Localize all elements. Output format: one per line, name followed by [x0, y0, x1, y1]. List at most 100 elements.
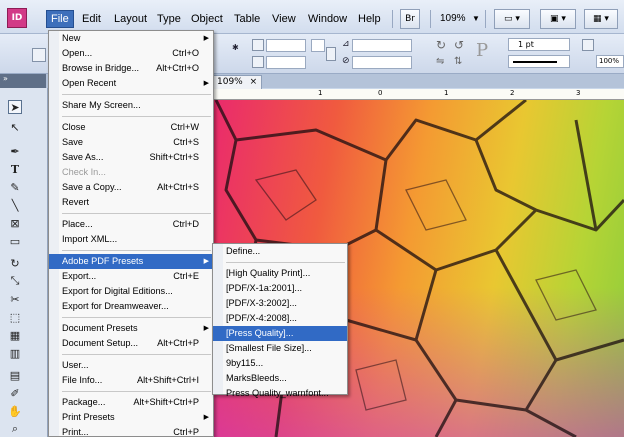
- toolbox: ➤ ↖ ✒ T ✎ ╲ ⊠ ▭ ↻ ⤡ ✂ ⬚ ▦ ▥ ▤ ✐ ✋ ⌕: [0, 88, 48, 437]
- menu-item-label: Document Setup...: [62, 338, 139, 348]
- menu-item-print[interactable]: Print... Ctrl+P: [49, 425, 213, 437]
- preset-item-press-quality[interactable]: [Press Quality]...: [213, 326, 347, 341]
- shear-field[interactable]: [352, 56, 412, 69]
- scale-y-field[interactable]: [266, 56, 306, 69]
- gradient-feather-tool-icon[interactable]: ▥: [8, 346, 22, 360]
- reference-point-icon[interactable]: [32, 48, 46, 62]
- gradient-swatch-tool-icon[interactable]: ▦: [8, 328, 22, 342]
- menu-edit[interactable]: Edit: [78, 10, 105, 28]
- menu-item-print-presets[interactable]: Print Presets ▶: [49, 410, 213, 425]
- zoom-level[interactable]: 109%: [436, 10, 470, 28]
- view-options-button[interactable]: ▭ ▾: [494, 9, 530, 29]
- rotation-field[interactable]: [352, 39, 412, 52]
- menu-item-open[interactable]: Open... Ctrl+O: [49, 46, 213, 61]
- rotate-ccw-icon[interactable]: ↺: [454, 38, 464, 52]
- rotate-dropdown[interactable]: [311, 39, 325, 52]
- menu-separator: [62, 250, 211, 251]
- menu-item-shortcut: Shift+Ctrl+S: [149, 152, 199, 162]
- menu-type[interactable]: Type: [153, 10, 185, 28]
- opacity-field[interactable]: 100%: [596, 55, 624, 68]
- align-icon[interactable]: ✱: [232, 43, 239, 52]
- pencil-tool-icon[interactable]: ✎: [8, 180, 22, 194]
- menu-item-shortcut: Alt+Shift+Ctrl+P: [133, 397, 199, 407]
- menu-item-import-xml[interactable]: Import XML...: [49, 232, 213, 247]
- eyedropper-tool-icon[interactable]: ✐: [8, 386, 22, 400]
- file-menu: New ▶ Open... Ctrl+O Browse in Bridge... Alt+…: [48, 30, 214, 437]
- note-tool-icon[interactable]: ▤: [8, 368, 22, 382]
- menu-item-save-a-copy[interactable]: Save a Copy... Alt+Ctrl+S: [49, 180, 213, 195]
- zoom-tool-icon[interactable]: ⌕: [8, 422, 22, 436]
- bridge-button[interactable]: Br: [400, 9, 420, 29]
- close-tab-icon[interactable]: ×: [250, 77, 258, 87]
- hand-tool-icon[interactable]: ✋: [8, 404, 22, 418]
- menu-window[interactable]: Window: [304, 10, 351, 28]
- pen-tool-icon[interactable]: ✒: [8, 144, 22, 158]
- menu-item-label: [Smallest File Size]...: [226, 343, 312, 353]
- rectangle-frame-tool-icon[interactable]: ⊠: [8, 216, 22, 230]
- scale-tool-icon[interactable]: ⤡: [8, 274, 22, 288]
- menu-item-label: Close: [62, 122, 86, 132]
- zoom-dropdown-icon[interactable]: ▼: [468, 10, 484, 28]
- stroke-weight-field[interactable]: 1 pt: [508, 38, 570, 51]
- menu-item-shortcut: Ctrl+E: [173, 271, 199, 281]
- menu-item-export-for-dreamweaver[interactable]: Export for Dreamweaver...: [49, 299, 213, 314]
- preset-item-pdf-x-3-2002[interactable]: [PDF/X-3:2002]...: [213, 296, 347, 311]
- preset-item-high-quality-print[interactable]: [High Quality Print]...: [213, 266, 347, 281]
- menu-item-open-recent[interactable]: Open Recent ▶: [49, 76, 213, 91]
- preset-item-press-quality-warnfont[interactable]: Press Quality_warnfont...: [213, 386, 347, 401]
- free-transform-tool-icon[interactable]: ⬚: [8, 310, 22, 324]
- menu-item-save-as[interactable]: Save As... Shift+Ctrl+S: [49, 150, 213, 165]
- selection-tool-icon[interactable]: ➤: [8, 100, 22, 114]
- menu-item-close[interactable]: Close Ctrl+W: [49, 120, 213, 135]
- rectangle-tool-icon[interactable]: ▭: [8, 234, 22, 248]
- line-tool-icon[interactable]: ╲: [8, 198, 22, 212]
- menu-item-document-presets[interactable]: Document Presets ▶: [49, 321, 213, 336]
- flip-vertical-icon[interactable]: ⇅: [454, 56, 462, 67]
- preset-item-smallest-file-size[interactable]: [Smallest File Size]...: [213, 341, 347, 356]
- stroke-type-dropdown[interactable]: [508, 55, 570, 68]
- menu-item-export-for-digital-editions[interactable]: Export for Digital Editions...: [49, 284, 213, 299]
- stroke-icon[interactable]: [582, 39, 594, 51]
- menu-view[interactable]: View: [268, 10, 300, 28]
- menu-item-export[interactable]: Export... Ctrl+E: [49, 269, 213, 284]
- preset-item-pdf-x-1a-2001[interactable]: [PDF/X-1a:2001]...: [213, 281, 347, 296]
- menu-item-share-my-screen[interactable]: Share My Screen...: [49, 98, 213, 113]
- menu-item-label: Press Quality_warnfont...: [226, 388, 329, 398]
- menu-item-document-setup[interactable]: Document Setup... Alt+Ctrl+P: [49, 336, 213, 351]
- screen-mode-button[interactable]: ▣ ▾: [540, 9, 576, 29]
- menu-item-label: Print...: [62, 427, 89, 437]
- menu-help[interactable]: Help: [354, 10, 385, 28]
- document-tab[interactable]: 109% ×: [212, 75, 262, 89]
- menu-item-place[interactable]: Place... Ctrl+D: [49, 217, 213, 232]
- direct-selection-tool-icon[interactable]: ↖: [8, 120, 22, 134]
- preset-item-define[interactable]: Define...: [213, 244, 347, 259]
- rotate-cw-icon[interactable]: ↻: [436, 38, 446, 52]
- menu-item-file-info[interactable]: File Info... Alt+Shift+Ctrl+I: [49, 373, 213, 388]
- preset-item-marksbleeds[interactable]: MarksBleeds...: [213, 371, 347, 386]
- menu-item-adobe-pdf-presets[interactable]: Adobe PDF Presets ▶: [49, 254, 213, 269]
- preset-item-9by115[interactable]: 9by115...: [213, 356, 347, 371]
- constrain-proportions-icon[interactable]: [326, 47, 336, 61]
- type-tool-icon[interactable]: T: [8, 162, 22, 176]
- menu-item-new[interactable]: New ▶: [49, 31, 213, 46]
- menu-item-shortcut: Alt+Shift+Ctrl+I: [136, 375, 199, 385]
- scale-x-field[interactable]: [266, 39, 306, 52]
- menu-item-revert[interactable]: Revert: [49, 195, 213, 210]
- arrange-documents-button[interactable]: ▦ ▾: [584, 9, 618, 29]
- menu-item-package[interactable]: Package... Alt+Shift+Ctrl+P: [49, 395, 213, 410]
- menu-item-browse-in-bridge[interactable]: Browse in Bridge... Alt+Ctrl+O: [49, 61, 213, 76]
- menu-layout[interactable]: Layout: [110, 10, 151, 28]
- rotate-tool-icon[interactable]: ↻: [8, 256, 22, 270]
- submenu-arrow-icon: ▶: [203, 258, 209, 265]
- menu-file[interactable]: File: [46, 10, 74, 28]
- menu-item-user[interactable]: User...: [49, 358, 213, 373]
- menu-item-save[interactable]: Save Ctrl+S: [49, 135, 213, 150]
- toolbox-collapse-handle[interactable]: »: [0, 74, 46, 88]
- menu-item-label: Share My Screen...: [62, 100, 141, 110]
- scissors-tool-icon[interactable]: ✂: [8, 292, 22, 306]
- menu-item-label: Save a Copy...: [62, 182, 122, 192]
- menu-object[interactable]: Object: [187, 10, 227, 28]
- preset-item-pdf-x-4-2008[interactable]: [PDF/X-4:2008]...: [213, 311, 347, 326]
- menu-table[interactable]: Table: [230, 10, 264, 28]
- flip-horizontal-icon[interactable]: ⇋: [436, 56, 444, 67]
